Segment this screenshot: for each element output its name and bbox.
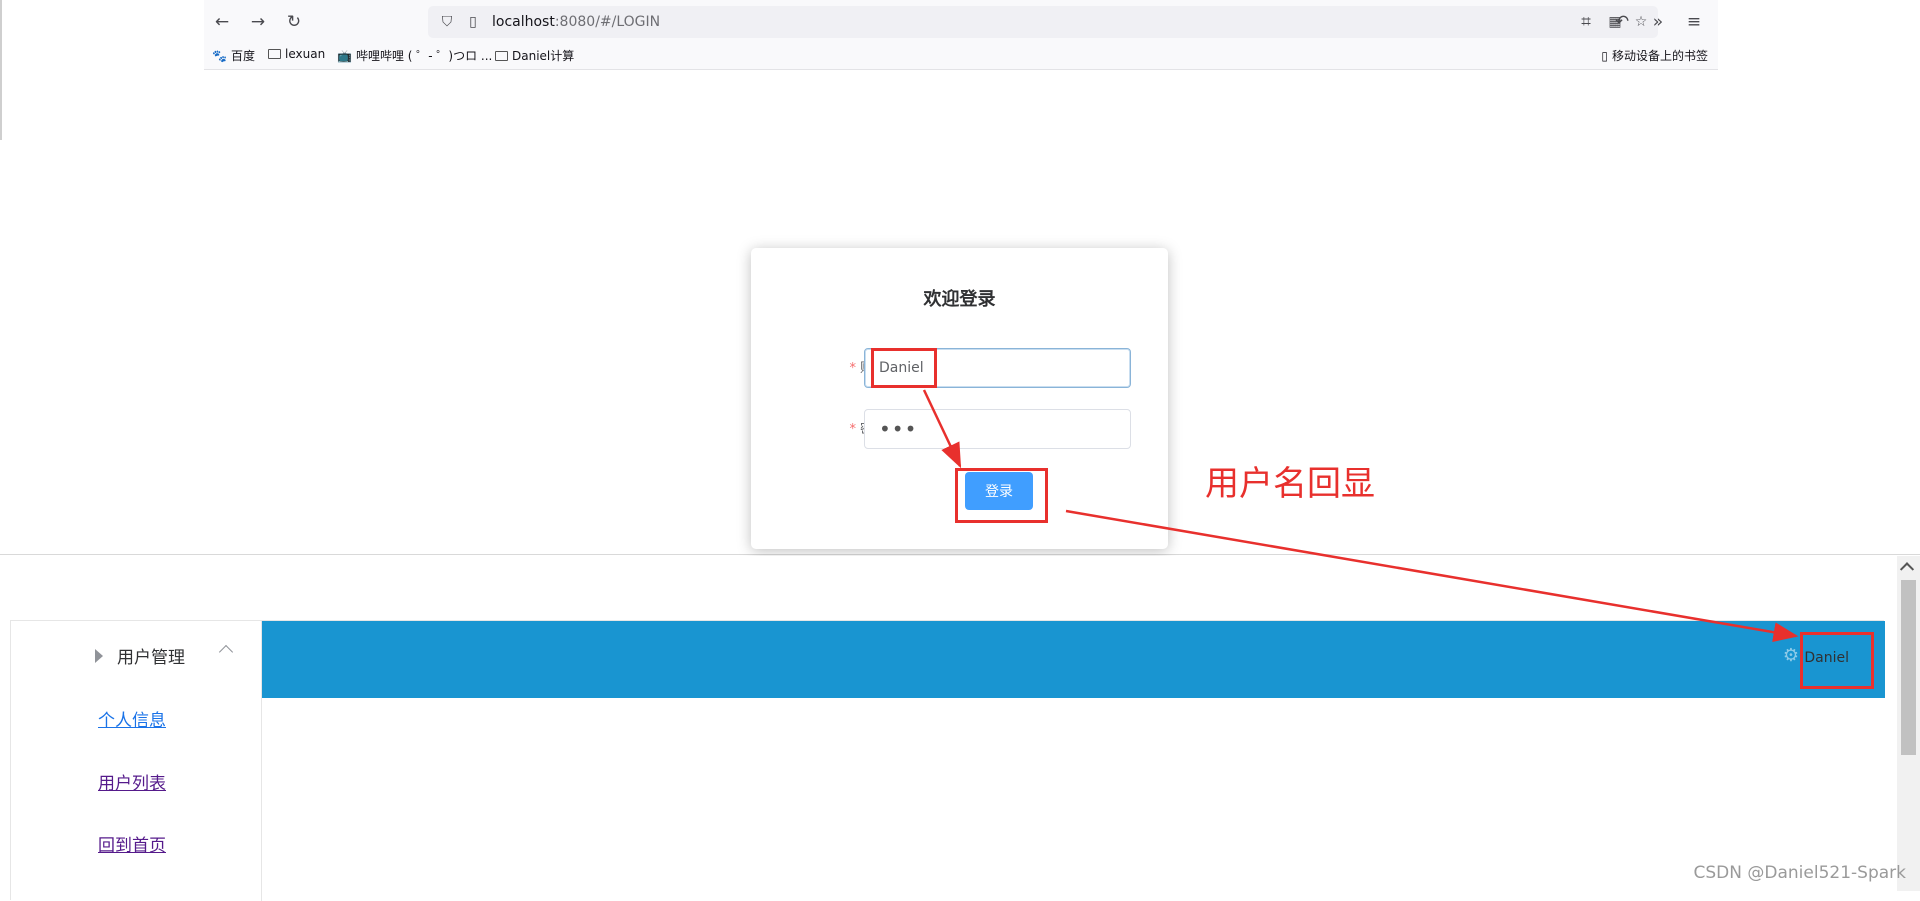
caret-right-icon xyxy=(95,649,103,663)
browser-chrome: ← → ↻ ⛉ ▯ localhost:8080/#/LOGIN ▦ ☆ ⌗ ↶… xyxy=(204,0,1718,70)
baidu-icon: 🐾 xyxy=(212,49,227,63)
crop-icon[interactable]: ⌗ xyxy=(1574,10,1598,34)
url-host: localhost xyxy=(492,14,555,30)
highlight-login-button xyxy=(955,468,1048,523)
app-header: ⚙ Daniel xyxy=(262,621,1885,698)
password-input-value: ••• xyxy=(879,419,917,439)
submenu-title[interactable]: 用户管理 xyxy=(95,643,185,668)
vertical-scrollbar[interactable] xyxy=(1897,556,1920,891)
watermark: CSDN @Daniel521-Spark xyxy=(1694,863,1906,883)
annotation-label: 用户名回显 xyxy=(1205,456,1375,505)
forward-arrow-icon[interactable]: → xyxy=(246,10,270,34)
more-tools-icon[interactable]: » xyxy=(1646,10,1670,34)
gear-icon[interactable]: ⚙ xyxy=(1782,647,1800,665)
sidebar: 用户管理 个人信息 用户列表 回到首页 xyxy=(11,621,262,901)
folder-icon xyxy=(268,49,281,59)
app-screenshot: 用户管理 个人信息 用户列表 回到首页 ⚙ Daniel xyxy=(0,556,1920,891)
app-layout: 用户管理 个人信息 用户列表 回到首页 ⚙ Daniel xyxy=(10,620,1884,900)
url-text[interactable]: localhost:8080/#/LOGIN xyxy=(492,14,660,30)
sidebar-link-user-list[interactable]: 用户列表 xyxy=(98,769,166,794)
folder-icon xyxy=(495,51,508,61)
sidebar-link-profile[interactable]: 个人信息 xyxy=(98,706,166,731)
bookmark-daniel[interactable]: Daniel计算 xyxy=(495,47,574,64)
undo-icon[interactable]: ↶ xyxy=(1610,10,1634,34)
mobile-device-icon: ▯ xyxy=(1601,49,1608,63)
scroll-up-arrow-icon[interactable] xyxy=(1900,562,1914,576)
mobile-bookmarks[interactable]: ▯ 移动设备上的书签 xyxy=(1601,47,1708,64)
chevron-up-icon[interactable] xyxy=(219,645,233,659)
url-bar[interactable]: ⛉ ▯ localhost:8080/#/LOGIN ▦ ☆ xyxy=(428,6,1658,38)
submenu-title-text: 用户管理 xyxy=(117,643,185,668)
shield-icon[interactable]: ⛉ xyxy=(438,13,456,31)
reload-icon[interactable]: ↻ xyxy=(282,10,306,34)
url-path: :8080/#/LOGIN xyxy=(555,14,660,30)
password-input[interactable]: ••• xyxy=(864,409,1131,449)
highlight-username xyxy=(1800,632,1874,689)
login-title: 欢迎登录 xyxy=(751,285,1168,311)
highlight-account-value xyxy=(871,348,937,388)
window-edge xyxy=(0,0,2,140)
bookmarks-bar: 🐾 百度 lexuan 📺 哔哩哔哩 ( ゜- ゜)つロ ... Daniel计… xyxy=(204,45,1718,67)
bilibili-icon: 📺 xyxy=(337,49,352,63)
menu-icon[interactable]: ≡ xyxy=(1682,10,1706,34)
bookmark-label: 百度 xyxy=(231,47,255,64)
bookmark-label: Daniel计算 xyxy=(512,47,574,64)
bookmark-label: 哔哩哔哩 ( ゜- ゜)つロ ... xyxy=(356,47,492,64)
sidebar-link-home[interactable]: 回到首页 xyxy=(98,831,166,856)
browser-toolbar: ← → ↻ ⛉ ▯ localhost:8080/#/LOGIN ▦ ☆ ⌗ ↶… xyxy=(204,0,1718,43)
scroll-thumb[interactable] xyxy=(1901,580,1916,755)
bookmark-lexuan[interactable]: lexuan xyxy=(268,47,325,61)
bookmark-bilibili[interactable]: 📺 哔哩哔哩 ( ゜- ゜)つロ ... xyxy=(337,47,492,64)
back-arrow-icon[interactable]: ← xyxy=(210,10,234,34)
page-icon: ▯ xyxy=(464,13,482,31)
mobile-bookmarks-label: 移动设备上的书签 xyxy=(1612,47,1708,64)
required-star: * xyxy=(849,361,856,376)
bookmark-baidu[interactable]: 🐾 百度 xyxy=(212,47,255,64)
bookmark-label: lexuan xyxy=(285,47,325,61)
required-star: * xyxy=(849,422,856,437)
